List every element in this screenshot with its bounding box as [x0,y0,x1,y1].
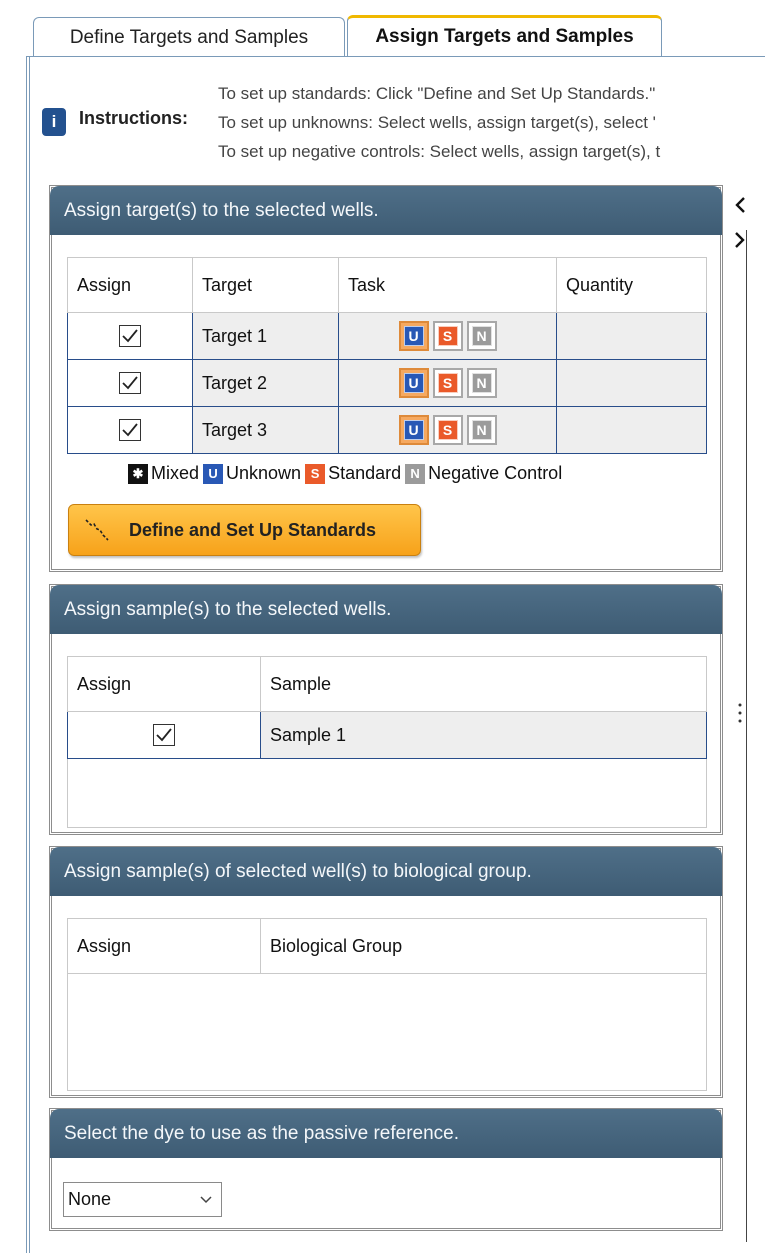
instruction-line: To set up unknowns: Select wells, assign… [218,113,656,132]
task-cell: U S N [338,359,557,407]
target-name: Target 1 [192,312,339,360]
tab-divider [26,56,347,57]
quantity-cell[interactable] [556,312,707,360]
samples-panel-title: Assign sample(s) to the selected wells. [50,585,722,634]
legend-mixed-label: Mixed [151,463,200,483]
assign-checkbox[interactable] [119,325,141,347]
standard-curve-icon [85,519,109,541]
table-row[interactable]: Target 1 U S N [67,312,707,360]
assign-checkbox[interactable] [119,419,141,441]
unknown-icon: U [203,463,224,484]
chevron-down-icon [200,1196,212,1204]
checkmark-icon [122,423,138,437]
table-row[interactable]: Target 2 U S N [67,359,707,407]
targets-panel-title: Assign target(s) to the selected wells. [50,186,722,235]
info-icon: i [42,108,66,136]
column-header-biological-group: Biological Group [260,918,707,974]
task-standard-toggle[interactable]: S [432,368,463,398]
task-cell: U S N [338,406,557,454]
define-standards-label: Define and Set Up Standards [129,519,377,540]
task-cell: U S N [338,312,557,360]
passive-reference-panel-title: Select the dye to use as the passive ref… [50,1109,722,1158]
targets-table: Assign Target Task Quantity Target 1 U S… [67,257,707,454]
task-legend: ✱ Mixed U Unknown S Standard N Negative Cont… [128,463,566,484]
task-unknown-toggle[interactable]: U [398,415,429,445]
sample-name: Sample 1 [260,711,707,759]
column-header-assign: Assign [67,257,193,313]
samples-table: Assign Sample Sample 1 [67,656,707,759]
negative-control-icon: N [405,463,426,484]
standard-icon: S [305,463,326,484]
tab-define-targets-and-samples[interactable]: Define Targets and Samples [33,17,345,57]
assign-cell[interactable] [67,312,193,360]
checkmark-icon [122,329,138,343]
column-header-quantity: Quantity [556,257,707,313]
column-header-assign: Assign [67,656,261,712]
collapse-left-icon[interactable] [733,196,747,214]
task-unknown-toggle[interactable]: U [398,321,429,351]
panel-splitter[interactable] [746,230,747,1242]
selected-dye-value: None [68,1189,112,1209]
checkmark-icon [156,728,172,742]
table-header-row: Assign Biological Group [67,918,707,974]
table-header-row: Assign Target Task Quantity [67,257,707,313]
instructions-label: Instructions: [79,108,189,128]
instruction-line: To set up negative controls: Select well… [218,142,661,161]
table-header-row: Assign Sample [67,656,707,712]
quantity-cell[interactable] [556,406,707,454]
splitter-grip-icon[interactable] [738,702,742,724]
assign-checkbox[interactable] [153,724,175,746]
passive-reference-dye-select[interactable]: None [63,1182,222,1217]
task-negative-toggle[interactable]: N [466,415,497,445]
assign-cell[interactable] [67,711,261,759]
column-header-assign: Assign [67,918,261,974]
target-name: Target 2 [192,359,339,407]
table-row[interactable]: Sample 1 [67,711,707,759]
task-negative-toggle[interactable]: N [466,368,497,398]
task-standard-toggle[interactable]: S [432,321,463,351]
tab-divider-right [662,56,765,57]
column-header-target: Target [192,257,339,313]
assign-cell[interactable] [67,406,193,454]
assign-checkbox[interactable] [119,372,141,394]
content-frame [26,57,30,1253]
mixed-icon: ✱ [128,463,148,484]
legend-negative-label: Negative Control [428,463,563,483]
checkmark-icon [122,376,138,390]
column-header-sample: Sample [260,656,707,712]
legend-standard-label: Standard [328,463,402,483]
define-standards-button[interactable]: Define and Set Up Standards [68,504,421,556]
assign-cell[interactable] [67,359,193,407]
task-standard-toggle[interactable]: S [432,415,463,445]
biological-group-panel-title: Assign sample(s) of selected well(s) to … [50,847,722,896]
tab-assign-targets-and-samples[interactable]: Assign Targets and Samples [347,15,662,57]
task-negative-toggle[interactable]: N [466,321,497,351]
quantity-cell[interactable] [556,359,707,407]
task-unknown-toggle[interactable]: U [398,368,429,398]
legend-unknown-label: Unknown [226,463,302,483]
target-name: Target 3 [192,406,339,454]
instruction-line: To set up standards: Click "Define and S… [218,84,656,103]
biological-group-table: Assign Biological Group [67,918,707,974]
table-row[interactable]: Target 3 U S N [67,406,707,454]
column-header-task: Task [338,257,557,313]
expand-right-icon[interactable] [733,231,747,249]
